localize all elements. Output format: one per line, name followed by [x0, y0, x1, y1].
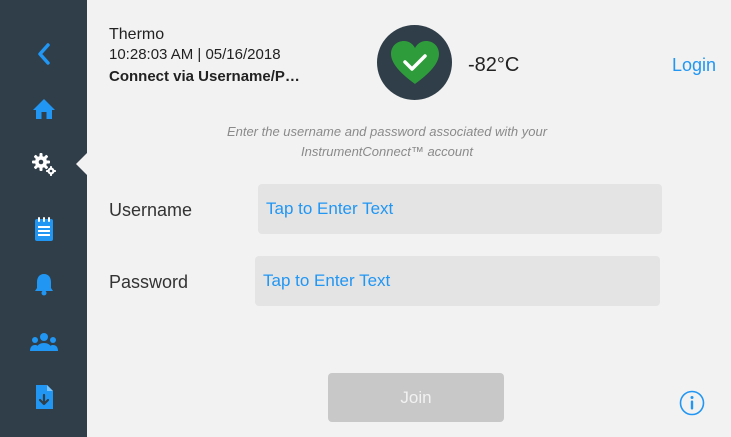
info-icon[interactable]: [679, 390, 705, 416]
username-field[interactable]: Tap to Enter Text: [258, 184, 662, 234]
instructions-line-1: Enter the username and password associat…: [226, 124, 548, 139]
file-download-icon: [35, 385, 53, 409]
users-icon: [29, 333, 58, 351]
join-button: Join: [328, 373, 504, 422]
back-chevron-icon: [37, 43, 50, 65]
temperature-readout: -82°C: [468, 54, 520, 76]
bell-icon: [34, 274, 53, 296]
login-link[interactable]: Login: [672, 55, 716, 76]
password-field[interactable]: Tap to Enter Text: [255, 256, 660, 306]
instructions-line-2: InstrumentConnect™ account: [301, 144, 473, 159]
heart-check-icon: [390, 40, 439, 84]
home-icon: [32, 99, 55, 119]
sidebar-item-home[interactable]: [0, 89, 87, 129]
status-indicator: [377, 25, 452, 100]
sidebar-item-settings[interactable]: [0, 144, 87, 184]
main-panel: Thermo 10:28:03 AM | 05/16/2018 Connect …: [87, 0, 731, 437]
sidebar-item-alarms[interactable]: [0, 264, 87, 304]
datetime: 10:28:03 AM | 05/16/2018: [109, 46, 281, 63]
sidebar: [0, 0, 88, 437]
page-title: Connect via Username/P…: [109, 68, 300, 85]
device-name: Thermo: [109, 26, 165, 43]
sidebar-item-users[interactable]: [0, 322, 87, 362]
settings-gears-icon: [31, 153, 56, 176]
sidebar-item-file-download[interactable]: [0, 377, 87, 417]
instructions: Enter the username and password associat…: [147, 122, 627, 162]
sidebar-item-clipboard[interactable]: [0, 209, 87, 249]
back-button[interactable]: [0, 34, 87, 74]
clipboard-icon: [34, 217, 53, 241]
password-label: Password: [109, 272, 189, 292]
username-label: Username: [109, 200, 193, 220]
